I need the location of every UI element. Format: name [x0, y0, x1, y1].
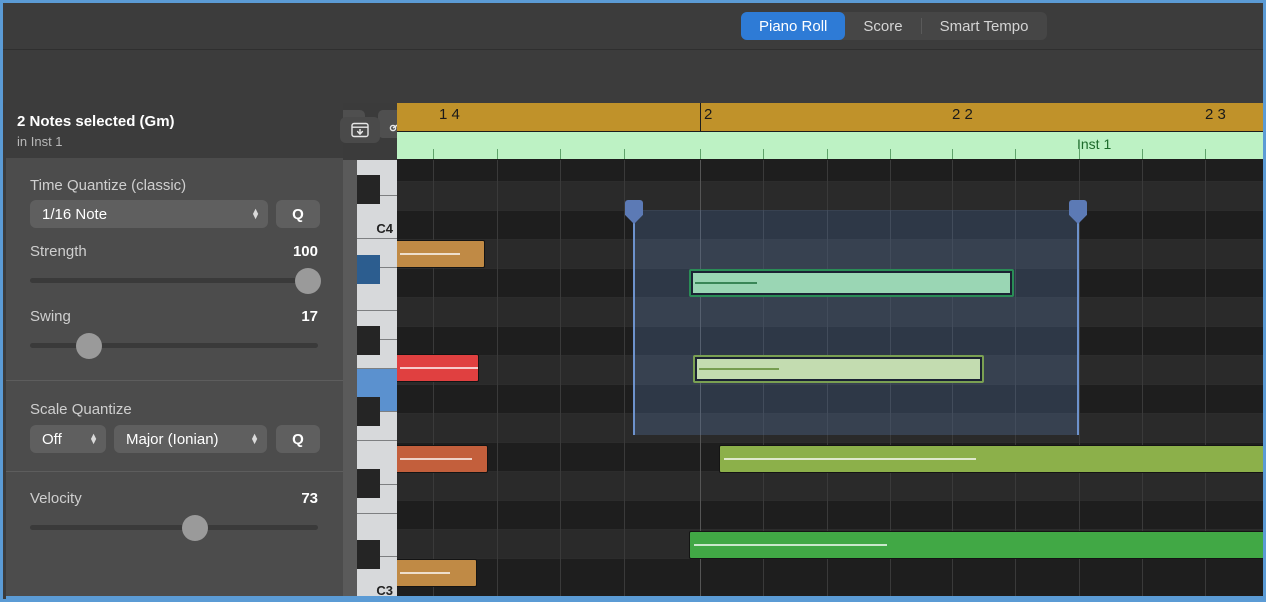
timeline-ruler[interactable]: 1 4 2 2 2 2 3: [397, 103, 1266, 132]
scale-quantize-q-button[interactable]: Q: [276, 425, 320, 453]
note-brown-2[interactable]: [397, 559, 477, 587]
black-key[interactable]: [357, 397, 380, 426]
note-velocity-bar: [400, 458, 472, 460]
note-olive-1[interactable]: [719, 445, 1266, 473]
black-key-selected[interactable]: [357, 255, 380, 284]
note-green-1[interactable]: [689, 531, 1266, 559]
region-bar[interactable]: Inst 1: [397, 132, 1266, 160]
key-label: C4: [376, 221, 393, 236]
swing-slider-knob[interactable]: [76, 333, 102, 359]
note-velocity-bar: [400, 367, 478, 369]
scale-quantize-scale-value: Major (Ionian): [126, 431, 219, 448]
velocity-slider[interactable]: [30, 525, 318, 530]
region-name: Inst 1: [1077, 136, 1111, 152]
tab-score[interactable]: Score: [845, 12, 920, 40]
note-brown-1[interactable]: [397, 240, 485, 268]
ruler-bar-tick: [700, 103, 701, 132]
ruler-mark: 2 2: [952, 106, 973, 123]
inspector-body: Time Quantize (classic) 1/16 Note ▲▼ Q S…: [6, 158, 343, 602]
piano-roll-window: Piano Roll Score Smart Tempo Edit ▾ Func…: [0, 0, 1266, 602]
stepper-icon: ▲▼: [250, 434, 259, 444]
strength-slider[interactable]: [30, 278, 318, 283]
horizontal-scrollbar[interactable]: [6, 596, 1266, 599]
note-velocity-bar: [699, 368, 779, 370]
velocity-label: Velocity: [30, 490, 82, 507]
scale-quantize-mode-popup[interactable]: Off ▲▼: [30, 425, 106, 453]
ruler-mark: 1 4: [439, 106, 460, 123]
note-velocity-bar: [400, 253, 460, 255]
inspector-title: 2 Notes selected (Gm): [17, 113, 175, 130]
inspector-subtitle: in Inst 1: [17, 134, 63, 149]
note-velocity-bar: [694, 544, 887, 546]
note-sel-1[interactable]: [689, 269, 1014, 297]
editor-tab-group: Piano Roll Score Smart Tempo: [741, 12, 1047, 40]
time-quantize-q-button[interactable]: Q: [276, 200, 320, 228]
tab-smart-tempo[interactable]: Smart Tempo: [922, 12, 1047, 40]
swing-label: Swing: [30, 308, 71, 325]
ruler-mark: 2 3: [1205, 106, 1226, 123]
time-quantize-value: 1/16 Note: [42, 206, 107, 223]
velocity-slider-knob[interactable]: [182, 515, 208, 541]
note-sel-2[interactable]: [693, 355, 984, 383]
import-window-icon: [349, 121, 371, 139]
scale-quantize-label: Scale Quantize: [30, 401, 132, 418]
strength-slider-knob[interactable]: [295, 268, 321, 294]
section-divider: [6, 380, 343, 381]
scale-quantize-scale-popup[interactable]: Major (Ionian) ▲▼: [114, 425, 267, 453]
swing-slider[interactable]: [30, 343, 318, 348]
black-key[interactable]: [357, 469, 380, 498]
strength-value: 100: [246, 243, 318, 260]
swing-value: 17: [246, 308, 318, 325]
piano-keyboard[interactable]: C4 C3: [343, 160, 397, 602]
inspector-header: [6, 103, 343, 158]
black-key[interactable]: [357, 326, 380, 355]
selection-region[interactable]: [633, 210, 1079, 435]
note-velocity-bar: [724, 458, 976, 460]
note-velocity-bar: [400, 572, 450, 574]
note-red-1[interactable]: [397, 354, 479, 382]
scale-quantize-mode-value: Off: [42, 431, 62, 448]
inspector-header-button[interactable]: [340, 117, 380, 143]
time-quantize-value-popup[interactable]: 1/16 Note ▲▼: [30, 200, 268, 228]
time-quantize-label: Time Quantize (classic): [30, 177, 186, 194]
top-tab-bar: Piano Roll Score Smart Tempo: [3, 3, 1266, 50]
tab-piano-roll[interactable]: Piano Roll: [741, 12, 845, 40]
editor-toolbar: Edit ▾ Functions ▾ View ▾: [3, 50, 1266, 103]
strength-label: Strength: [30, 243, 87, 260]
stepper-icon: ▲▼: [251, 209, 260, 219]
note-grid[interactable]: [397, 160, 1266, 602]
note-velocity-bar: [695, 282, 757, 284]
black-key[interactable]: [357, 175, 380, 204]
velocity-value: 73: [246, 490, 318, 507]
stepper-icon: ▲▼: [89, 434, 98, 444]
note-orange-1[interactable]: [397, 445, 488, 473]
ruler-mark: 2: [704, 106, 712, 123]
black-key[interactable]: [357, 540, 380, 569]
section-divider: [6, 471, 343, 472]
